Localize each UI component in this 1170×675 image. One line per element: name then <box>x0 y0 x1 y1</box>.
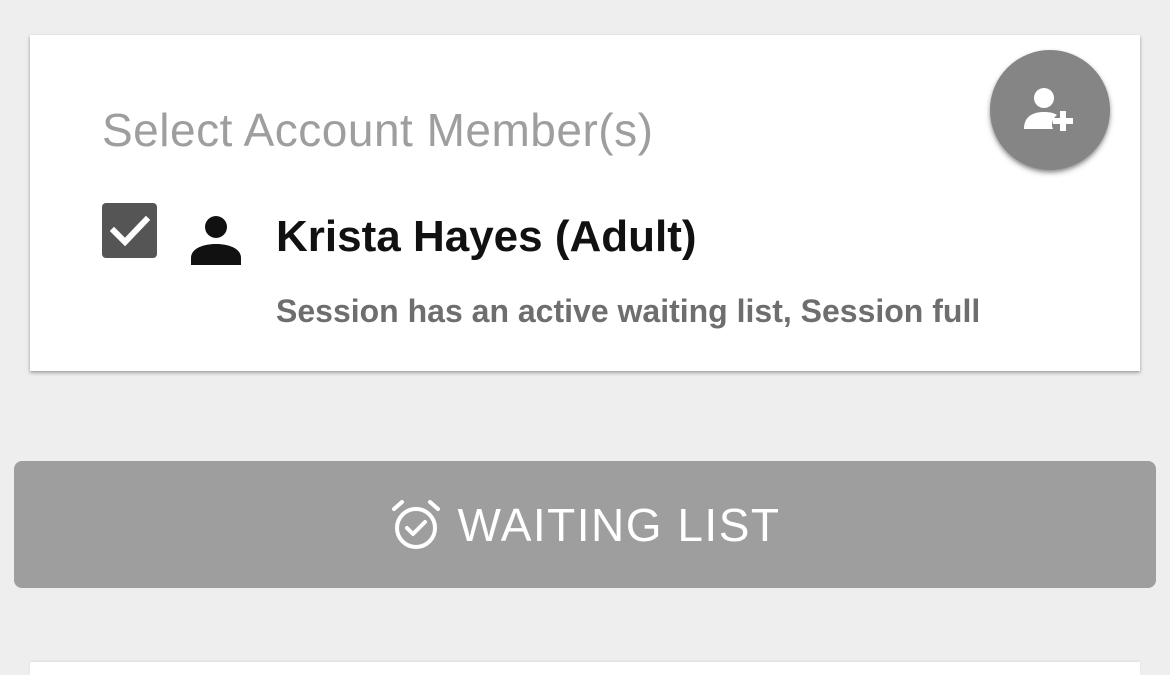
account-member-card: Select Account Member(s) Krista Hayes (A… <box>30 35 1140 371</box>
next-card <box>30 662 1140 675</box>
card-title: Select Account Member(s) <box>102 104 654 156</box>
waiting-list-button[interactable]: WAITING LIST <box>14 461 1156 588</box>
member-status: Session has an active waiting list, Sess… <box>276 293 981 329</box>
add-member-button[interactable] <box>990 50 1110 170</box>
person-add-icon <box>1024 87 1076 133</box>
person-icon <box>190 215 242 265</box>
member-name: Krista Hayes (Adult) <box>276 212 697 261</box>
member-checkbox[interactable] <box>102 203 157 258</box>
checkmark-icon <box>109 214 150 248</box>
alarm-check-icon <box>390 499 442 551</box>
waiting-list-label: WAITING LIST <box>457 498 781 551</box>
page: Select Account Member(s) Krista Hayes (A… <box>0 0 1170 675</box>
